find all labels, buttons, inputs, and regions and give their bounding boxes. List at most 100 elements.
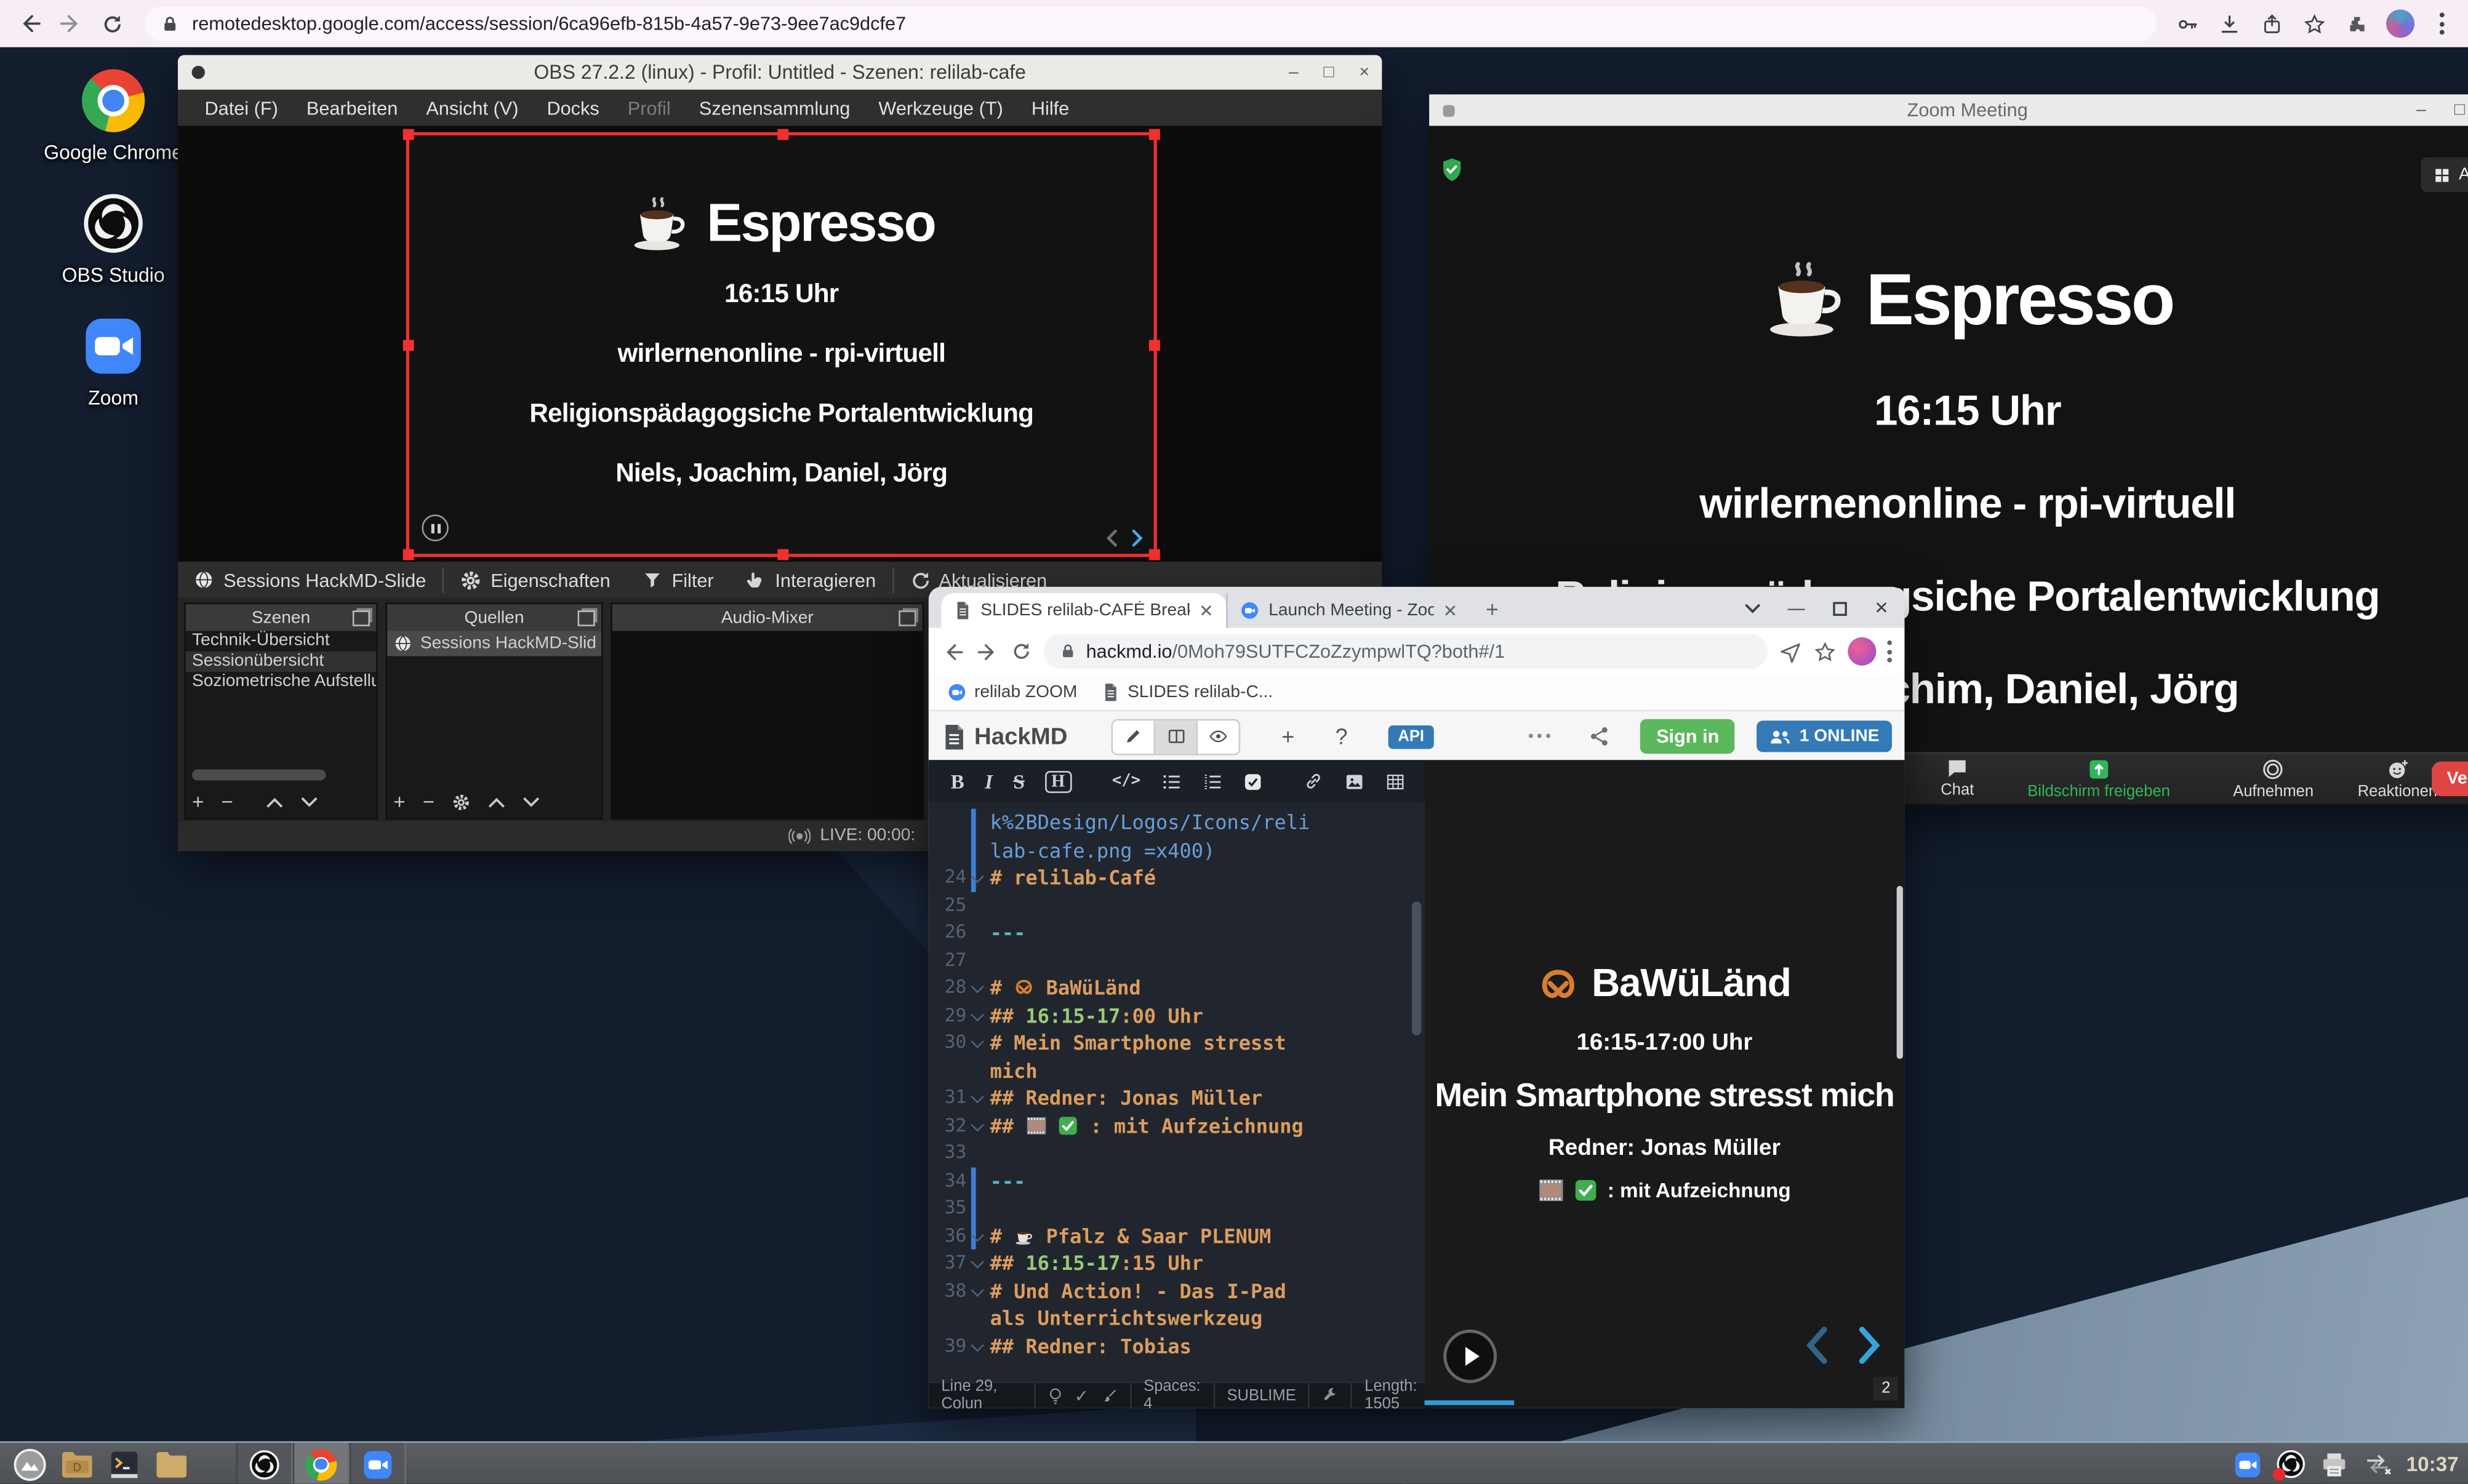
reactions-button[interactable]: Reaktionen [2358, 759, 2437, 801]
next-slide-icon[interactable] [1130, 529, 1144, 548]
window-minimize-button[interactable]: — [1788, 599, 1805, 618]
fold-chevron-icon[interactable] [966, 974, 990, 1002]
indent-setting[interactable]: Spaces: 4 [1144, 1378, 1200, 1413]
new-note-button[interactable]: + [1281, 724, 1294, 749]
editor-line[interactable]: 26--- [929, 919, 1425, 947]
chat-button[interactable]: Chat [1941, 759, 1974, 799]
browser-menu-icon[interactable] [1887, 640, 1892, 663]
leave-meeting-button[interactable]: Verlassen [2431, 762, 2468, 796]
new-tab-button[interactable]: + [1486, 596, 1499, 621]
obs-menu-docks[interactable]: Docks [532, 97, 613, 119]
taskbar-folder-d-icon[interactable]: D [54, 1445, 101, 1484]
editor-line[interactable]: 35 [929, 1194, 1425, 1222]
tray-obs-icon[interactable] [2275, 1449, 2306, 1479]
editor-line[interactable]: 24# relilab-Café [929, 864, 1425, 892]
editor-line[interactable]: 30# Mein Smartphone stresst [929, 1029, 1425, 1057]
fold-chevron-icon[interactable] [966, 1112, 990, 1139]
remove-scene-button[interactable]: − [222, 790, 233, 813]
page-scrollbar[interactable] [1897, 886, 1903, 1059]
share-icon[interactable] [2251, 3, 2293, 44]
editor-scrollbar[interactable] [1412, 901, 1421, 1035]
link-icon[interactable] [1302, 771, 1323, 791]
close-tab-icon[interactable]: ✕ [1443, 600, 1458, 621]
host-address-bar[interactable]: remotedesktop.google.com/access/session/… [145, 6, 2156, 41]
tray-printer-icon[interactable] [2320, 1451, 2348, 1477]
fold-chevron-icon[interactable] [966, 1029, 990, 1057]
obs-menu-werkzeuge[interactable]: Werkzeuge (T) [864, 97, 1017, 119]
numbered-list-icon[interactable] [1202, 772, 1222, 791]
fold-chevron-icon[interactable] [966, 1332, 990, 1360]
taskbar-launcher-icon[interactable] [6, 1445, 54, 1484]
editor-line[interactable]: 31## Redner: Jonas Müller [929, 1084, 1425, 1112]
download-icon[interactable] [2208, 3, 2251, 44]
scene-up-button[interactable] [266, 796, 284, 808]
taskbar-folder-icon[interactable] [148, 1445, 195, 1484]
table-icon[interactable] [1384, 772, 1404, 791]
editor-line[interactable]: 39## Redner: Tobias [929, 1332, 1425, 1360]
zoom-minimize-button[interactable]: – [2416, 102, 2426, 119]
taskbar-terminal-icon[interactable] [101, 1445, 148, 1484]
bullet-list-icon[interactable] [1161, 772, 1181, 791]
source-tab[interactable]: Sessions HackMD-Slide [178, 562, 442, 598]
scene-down-button[interactable] [301, 796, 318, 808]
browser-menu-icon[interactable] [2421, 3, 2463, 44]
obs-menu-ansicht[interactable]: Ansicht (V) [412, 97, 532, 119]
send-icon[interactable] [1779, 640, 1802, 663]
image-icon[interactable] [1344, 772, 1364, 791]
taskbar-chrome-button[interactable] [293, 1443, 350, 1483]
preview-mode-button[interactable] [1198, 720, 1239, 753]
obs-menu-profil[interactable]: Profil [614, 97, 685, 119]
editor-line[interactable]: 29## 16:15-17:00 Uhr [929, 1002, 1425, 1029]
heading-button[interactable]: H [1045, 770, 1071, 792]
editor-line[interactable]: als Unterrichtswerkzeug [929, 1304, 1425, 1332]
popout-icon[interactable] [578, 610, 595, 626]
tab-zoom-launch[interactable]: Launch Meeting - Zoom ✕ [1226, 593, 1470, 628]
fold-chevron-icon[interactable] [966, 1250, 990, 1277]
scenes-scrollbar[interactable] [192, 770, 326, 781]
taskbar-clock[interactable]: 10:37 [2406, 1452, 2459, 1475]
obs-minimize-button[interactable]: – [1289, 64, 1299, 81]
interact-button[interactable]: Interagieren [729, 562, 892, 598]
keymap-setting[interactable]: SUBLIME [1227, 1387, 1296, 1404]
audio-mixer-header[interactable]: Audio-Mixer [612, 604, 923, 631]
fold-chevron-icon[interactable] [966, 864, 990, 892]
obs-menu-szenensammlung[interactable]: Szenensammlung [685, 97, 865, 119]
prev-slide-icon[interactable] [1105, 529, 1119, 548]
zoom-view-button[interactable]: Anzeigen [2421, 158, 2468, 192]
edit-mode-button[interactable] [1113, 720, 1154, 753]
zoom-maximize-button[interactable]: □ [2454, 102, 2465, 119]
fold-chevron-icon[interactable] [966, 1002, 990, 1029]
spellcheck-icon[interactable]: ✓ [1075, 1386, 1089, 1406]
extensions-puzzle-icon[interactable] [2336, 3, 2378, 44]
popout-icon[interactable] [353, 610, 370, 626]
taskbar-zoom-button[interactable] [350, 1443, 406, 1483]
source-item-selected[interactable]: Sessions HackMD-Slid [387, 631, 601, 656]
editor-line[interactable]: 38# Und Action! - Das I-Pad [929, 1277, 1425, 1304]
share-nodes-icon[interactable] [1589, 725, 1611, 748]
obs-menu-hilfe[interactable]: Hilfe [1017, 97, 1083, 119]
bookmark-relilab-zoom[interactable]: relilab ZOOM [948, 683, 1078, 702]
obs-menu-datei[interactable]: Datei (F) [190, 97, 292, 119]
prev-slide-icon[interactable] [1804, 1326, 1829, 1364]
editor-line[interactable]: 37## 16:15-17:15 Uhr [929, 1250, 1425, 1277]
editor-line[interactable]: 33 [929, 1139, 1425, 1167]
source-up-button[interactable] [488, 796, 505, 808]
add-scene-button[interactable]: + [192, 790, 204, 813]
popout-icon[interactable] [899, 610, 916, 626]
address-bar[interactable]: hackmd.io/0Moh79SUTFCZoZzympwlTQ?both#/1 [1044, 634, 1768, 669]
bold-button[interactable]: B [951, 768, 964, 794]
online-count-button[interactable]: 1 ONLINE [1757, 720, 1892, 752]
obs-menu-bearbeiten[interactable]: Bearbeiten [292, 97, 412, 119]
editor-line[interactable]: 36# Pfalz & Saar PLENUM [929, 1222, 1425, 1250]
taskbar-obs-button[interactable] [236, 1443, 293, 1483]
theme-brush-icon[interactable] [1102, 1388, 1118, 1404]
editor-code[interactable]: k%2BDesign/Logos/Icons/relilab-cafe.png … [929, 809, 1425, 1383]
tray-network-icon[interactable] [2362, 1452, 2392, 1475]
tray-zoom-icon[interactable] [2233, 1450, 2261, 1478]
editor-line[interactable]: 32## : mit Aufzeichnung [929, 1112, 1425, 1139]
obs-scene-preview[interactable]: Espresso 16:15 Uhr wirlernenonline - rpi… [406, 132, 1157, 557]
editor-line[interactable]: mich [929, 1056, 1425, 1084]
tab-hackmd[interactable]: SLIDES relilab-CAFÉ Breakou ✕ [941, 593, 1226, 628]
italic-button[interactable]: I [985, 768, 993, 794]
obs-title-bar[interactable]: OBS 27.2.2 (linux) - Profil: Untitled - … [178, 55, 1382, 90]
